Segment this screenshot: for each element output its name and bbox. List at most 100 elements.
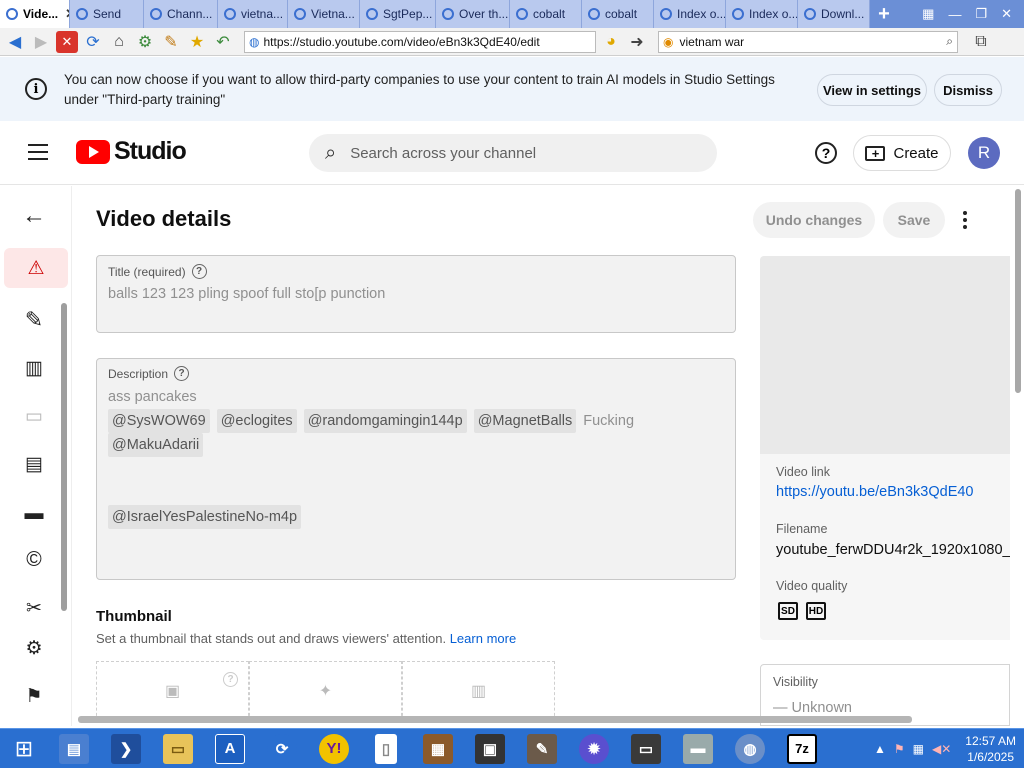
help-icon[interactable]: ? [174,366,190,381]
seven-zip-icon[interactable]: 7z [776,729,828,768]
title-field[interactable]: Title (required) ? balls 123 123 pling s… [96,255,736,333]
browser-tab[interactable]: Send [70,0,144,28]
mention-chip[interactable]: @randomgamingin144p [303,409,467,433]
thumbnail-title: Thumbnail [96,608,172,625]
tray-expand-icon[interactable]: ▲ [874,742,886,756]
mention-chip[interactable]: @MagnetBalls [473,409,577,433]
powershell-icon[interactable]: ❯ [100,729,152,768]
auto-generated-thumbnail-button[interactable]: ✦ [249,661,402,721]
search-icon[interactable]: ⌕ [946,34,953,49]
mention-chip[interactable]: @eclogites [216,409,297,433]
undo-icon[interactable]: ↶ [212,31,234,53]
video-preview[interactable] [760,256,1010,454]
video-link[interactable]: https://youtu.be/eBn3k3QdE40 [776,484,974,500]
action-center-flag-icon[interactable]: ⚑ [894,742,905,756]
settings-gear-icon[interactable]: ✹ [568,729,620,768]
sync-icon[interactable]: ⟳ [256,729,308,768]
tab-favicon-icon [150,8,162,20]
browser-tab[interactable]: vietna... [218,0,288,28]
clips-scissors-icon[interactable]: ✂ [0,588,68,628]
details-pencil-icon[interactable]: ✎ [0,300,68,340]
more-options-icon[interactable] [955,207,975,233]
mention-chip[interactable]: @IsraelYesPalestineNo-m4p [108,505,302,529]
help-icon[interactable]: ? [223,672,238,687]
scanner-icon[interactable]: ▬ [672,729,724,768]
browser-tab[interactable]: Downl... [798,0,870,28]
back-arrow-icon[interactable]: ◀ [4,31,26,53]
mention-chip[interactable]: @MakuAdarii [108,433,204,457]
browser-tab[interactable]: SgtPep... [360,0,436,28]
browser-tab[interactable]: Chann... [144,0,218,28]
undo-changes-button[interactable]: Undo changes [753,202,875,238]
forward-arrow-icon[interactable]: ▶ [30,31,52,53]
browser-tab[interactable]: Index o... [726,0,798,28]
channel-search-input[interactable]: ⌕ Search across your channel [309,134,717,172]
minecraft-chest-icon[interactable]: ▦ [412,729,464,768]
monitor-icon[interactable]: ▭ [620,729,672,768]
new-tab-button[interactable]: + [870,0,898,28]
network-icon[interactable]: ⚙ [134,31,156,53]
description-field[interactable]: Description ? ass pancakes @SysWOW69 @ec… [96,358,736,580]
app-a-icon[interactable]: A [204,729,256,768]
grid-icon[interactable]: ▦ [922,6,934,22]
yahoo-messenger-icon[interactable]: Y! [308,729,360,768]
network-icon[interactable]: ▦ [913,742,924,756]
horizontal-scrollbar[interactable] [78,716,912,723]
copyright-icon[interactable]: © [0,540,68,580]
save-button[interactable]: Save [883,202,945,238]
menu-icon[interactable] [28,144,48,160]
go-arrow-icon[interactable]: ➜ [626,31,648,53]
rail-scrollbar[interactable] [61,303,67,611]
home-icon[interactable]: ⌂ [108,31,130,53]
browser-tab[interactable]: Index o... [654,0,726,28]
subtitles-icon[interactable]: ▬ [0,494,68,534]
avatar[interactable]: R [968,137,1000,169]
youtube-studio-logo[interactable]: Studio [76,137,187,166]
server-manager-icon[interactable]: ▤ [48,729,100,768]
media-player-icon[interactable]: ▣ [464,729,516,768]
warning-icon[interactable]: ⚠ [4,248,68,288]
address-bar[interactable]: ◍ https://studio.youtube.com/video/eBn3k… [244,30,596,53]
vertical-scrollbar[interactable] [1015,189,1021,393]
chrome-icon[interactable]: ◕ [600,31,622,53]
banner-message: You can now choose if you want to allow … [64,72,775,107]
upload-thumbnail-button[interactable]: ▣ ? [96,661,249,721]
learn-more-link[interactable]: Learn more [450,631,516,646]
back-arrow-icon[interactable]: ← [0,196,68,236]
browser-tab[interactable]: Over th... [436,0,510,28]
restore-icon[interactable]: ❐ [975,6,987,22]
minimize-icon[interactable]: — [948,7,961,22]
start-windows-icon[interactable]: ⊞ [0,729,48,768]
create-button[interactable]: + Create [853,135,951,171]
dismiss-button[interactable]: Dismiss [934,74,1002,106]
edit-icon[interactable]: ✎ [160,31,182,53]
comments-icon[interactable]: ▤ [0,444,68,484]
close-window-icon[interactable]: ✕ [1001,6,1012,22]
volume-muted-icon[interactable]: ◀✕ [932,742,951,756]
visibility-value: — Unknown [773,700,852,716]
browser-tab[interactable]: cobalt [510,0,582,28]
help-icon[interactable]: ? [815,142,837,164]
browser-tab[interactable]: Vietna... [288,0,360,28]
globe-icon[interactable]: ◍ [724,729,776,768]
settings-gear-icon[interactable]: ⚙ [0,628,68,668]
reload-icon[interactable]: ⟳ [82,31,104,53]
mention-chip[interactable]: @SysWOW69 [108,409,210,433]
browser-search-box[interactable]: ◉ vietnam war ⌕ [658,30,958,53]
browser-tab-active[interactable]: Vide... ✕ [0,0,70,28]
video-link-label: Video link [776,465,830,479]
view-in-settings-button[interactable]: View in settings [817,74,927,106]
help-icon[interactable]: ? [191,264,207,279]
editor-clapper-icon[interactable]: ▭ [0,396,68,436]
document-icon[interactable]: ▯ [360,729,412,768]
stop-icon[interactable]: ✕ [56,30,78,53]
gimp-icon[interactable]: ✎ [516,729,568,768]
analytics-icon[interactable]: ▥ [0,348,68,388]
clock[interactable]: 12:57 AM 1/6/2025 [965,733,1016,765]
test-and-compare-button[interactable]: ▥ [402,661,555,721]
feedback-icon[interactable]: ⚑ [0,676,68,716]
file-explorer-icon[interactable]: ▭ [152,729,204,768]
browser-tab[interactable]: cobalt [582,0,654,28]
extension-icon[interactable]: ⧉ [970,31,992,53]
bookmark-star-icon[interactable]: ★ [186,31,208,53]
